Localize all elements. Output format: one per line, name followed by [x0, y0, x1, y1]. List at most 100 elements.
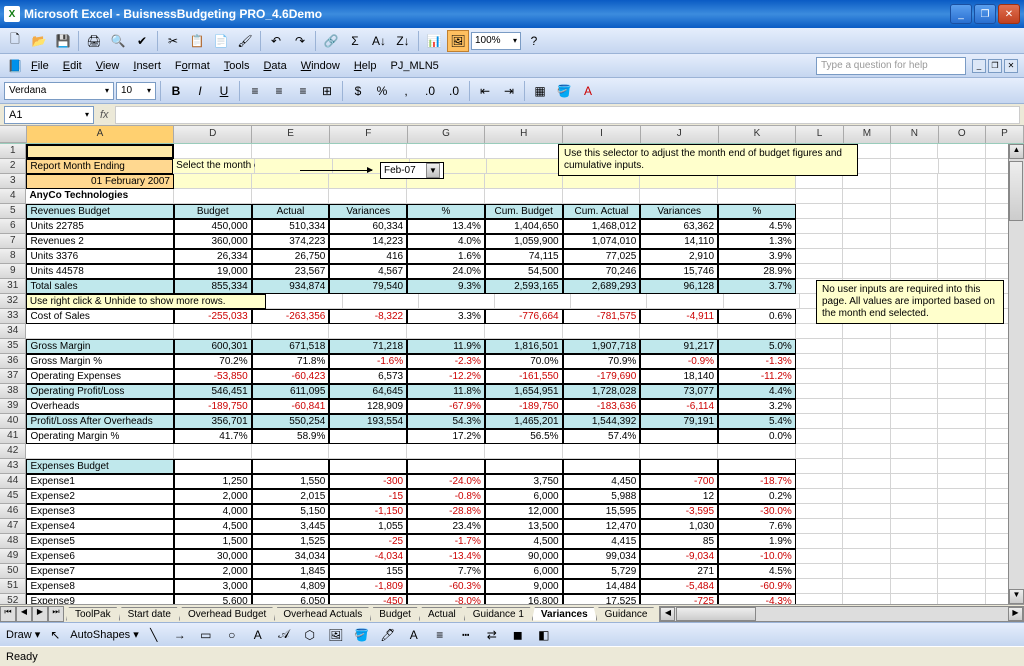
- cell[interactable]: [938, 219, 986, 234]
- cell[interactable]: 14,110: [640, 234, 718, 249]
- cell[interactable]: -300: [329, 474, 407, 489]
- cell[interactable]: 14,223: [329, 234, 407, 249]
- cell[interactable]: 5,729: [563, 564, 641, 579]
- cell[interactable]: [938, 414, 986, 429]
- autosum-icon[interactable]: Σ: [344, 30, 366, 52]
- cell[interactable]: -700: [640, 474, 718, 489]
- cell[interactable]: 193,554: [329, 414, 407, 429]
- cell[interactable]: -4,034: [329, 549, 407, 564]
- cell[interactable]: -781,575: [563, 309, 641, 324]
- cell[interactable]: [939, 159, 986, 174]
- cell[interactable]: [891, 189, 939, 204]
- cell[interactable]: Expenses Budget: [26, 459, 173, 474]
- clipart-icon[interactable]: 🖼: [325, 624, 347, 646]
- cell[interactable]: 1,074,010: [563, 234, 641, 249]
- cell[interactable]: [843, 219, 891, 234]
- cell[interactable]: 7.7%: [407, 564, 485, 579]
- cell[interactable]: [718, 459, 796, 474]
- cell[interactable]: [796, 459, 844, 474]
- menu-view[interactable]: View: [89, 57, 127, 75]
- scroll-thumb[interactable]: [1009, 161, 1023, 221]
- cell[interactable]: Report Month Ending: [26, 159, 173, 174]
- row-header[interactable]: 35: [0, 339, 26, 354]
- cell[interactable]: [252, 189, 330, 204]
- col-header-N[interactable]: N: [891, 126, 938, 143]
- formula-bar[interactable]: [115, 106, 1020, 124]
- row-header[interactable]: 41: [0, 429, 26, 444]
- cell[interactable]: 9.3%: [407, 279, 485, 294]
- cell[interactable]: [938, 144, 986, 159]
- cell[interactable]: Revenues 2: [26, 234, 173, 249]
- cell[interactable]: -60.3%: [407, 579, 485, 594]
- cell[interactable]: [563, 444, 641, 459]
- cell[interactable]: [796, 474, 844, 489]
- cell[interactable]: Gross Margin: [26, 339, 173, 354]
- col-header-G[interactable]: G: [408, 126, 486, 143]
- cell[interactable]: -179,690: [563, 369, 641, 384]
- cell[interactable]: -9,034: [640, 549, 718, 564]
- cell[interactable]: [891, 204, 939, 219]
- cell[interactable]: 3,445: [252, 519, 330, 534]
- cell[interactable]: Expense6: [26, 549, 173, 564]
- cell[interactable]: [938, 594, 986, 604]
- cell[interactable]: [485, 324, 563, 339]
- cell[interactable]: -1,809: [329, 579, 407, 594]
- cell[interactable]: [938, 339, 986, 354]
- cell[interactable]: -0.9%: [640, 354, 718, 369]
- cell[interactable]: 56.5%: [485, 429, 563, 444]
- cell[interactable]: %: [407, 204, 485, 219]
- chart-icon[interactable]: 📊: [423, 30, 445, 52]
- cell[interactable]: [938, 459, 986, 474]
- cell[interactable]: -11.2%: [718, 369, 796, 384]
- cell[interactable]: [843, 534, 891, 549]
- cell[interactable]: 6,050: [252, 594, 330, 604]
- cell[interactable]: 24.0%: [407, 264, 485, 279]
- cell[interactable]: [843, 519, 891, 534]
- cell[interactable]: [891, 534, 939, 549]
- cell[interactable]: [843, 474, 891, 489]
- cell[interactable]: [891, 549, 939, 564]
- cell[interactable]: [640, 459, 718, 474]
- cell[interactable]: [266, 294, 342, 309]
- line-style-icon[interactable]: ≡: [429, 624, 451, 646]
- row-header[interactable]: 36: [0, 354, 26, 369]
- cell[interactable]: [174, 144, 252, 159]
- cell[interactable]: [843, 249, 891, 264]
- fill-color-draw-icon[interactable]: 🪣: [351, 624, 373, 646]
- cell[interactable]: 4,809: [252, 579, 330, 594]
- cell[interactable]: [843, 429, 891, 444]
- cell[interactable]: Budget: [174, 204, 252, 219]
- cell[interactable]: 99,034: [563, 549, 641, 564]
- cell[interactable]: [571, 294, 647, 309]
- cell[interactable]: [407, 144, 485, 159]
- cell[interactable]: 3.7%: [718, 279, 796, 294]
- cell[interactable]: [255, 159, 332, 174]
- menu-file[interactable]: File: [24, 57, 56, 75]
- cell[interactable]: Cum. Actual: [563, 204, 641, 219]
- cell[interactable]: [407, 324, 485, 339]
- cell[interactable]: Select the month end: [173, 159, 255, 174]
- row-header[interactable]: 49: [0, 549, 26, 564]
- menu-tools[interactable]: Tools: [217, 57, 257, 75]
- cell[interactable]: [485, 144, 563, 159]
- cell[interactable]: AnyCo Technologies: [26, 189, 174, 204]
- cell[interactable]: 3.2%: [718, 399, 796, 414]
- doc-restore-button[interactable]: ❐: [988, 59, 1002, 73]
- col-header-K[interactable]: K: [719, 126, 797, 143]
- cell[interactable]: [938, 564, 986, 579]
- sheet-tab[interactable]: Start date: [119, 607, 180, 621]
- cell[interactable]: -28.8%: [407, 504, 485, 519]
- wordart-icon[interactable]: 𝒜: [273, 624, 295, 646]
- cell[interactable]: [174, 459, 252, 474]
- row-header[interactable]: 38: [0, 384, 26, 399]
- row-header[interactable]: 31: [0, 279, 26, 294]
- cell[interactable]: 17.2%: [407, 429, 485, 444]
- cell[interactable]: [938, 204, 986, 219]
- cell[interactable]: [252, 459, 330, 474]
- cell[interactable]: [938, 444, 986, 459]
- cell[interactable]: -10.0%: [718, 549, 796, 564]
- cell[interactable]: 11.8%: [407, 384, 485, 399]
- cell[interactable]: Expense4: [26, 519, 173, 534]
- cell[interactable]: [891, 369, 939, 384]
- cell[interactable]: [843, 174, 891, 189]
